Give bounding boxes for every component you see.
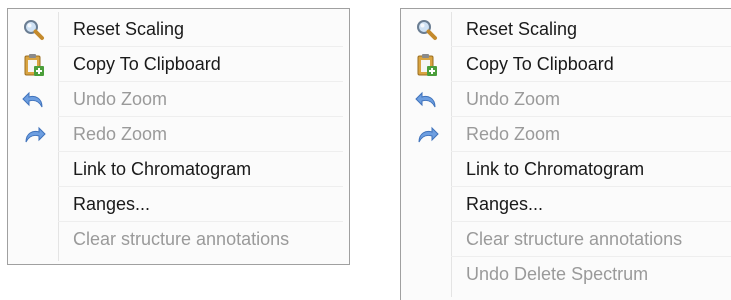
menu-item-label: Redo Zoom bbox=[466, 124, 561, 144]
menu-item-undo-zoom[interactable]: Undo Zoom bbox=[10, 82, 347, 117]
menu-item-link-to-chromatogram[interactable]: Link to Chromatogram bbox=[403, 152, 731, 187]
menu-item-clear-structure-annotations[interactable]: Clear structure annotations bbox=[10, 222, 347, 257]
menu-item-label: Reset Scaling bbox=[466, 19, 578, 39]
menu-item-label: Clear structure annotations bbox=[73, 229, 290, 249]
menu-item-clear-structure-annotations[interactable]: Clear structure annotations bbox=[403, 222, 731, 257]
menu-item-undo-zoom[interactable]: Undo Zoom bbox=[403, 82, 731, 117]
menu-item-label: Reset Scaling bbox=[73, 19, 185, 39]
magnifier-icon bbox=[21, 17, 47, 43]
context-menu-right: Reset Scaling Copy To Clipboard Undo Zoo… bbox=[400, 8, 731, 300]
clipboard-icon bbox=[414, 52, 440, 78]
menu-item-label: Copy To Clipboard bbox=[466, 54, 614, 74]
redo-icon bbox=[21, 122, 47, 148]
menu-item-copy-to-clipboard[interactable]: Copy To Clipboard bbox=[10, 47, 347, 82]
menu-item-label: Undo Zoom bbox=[466, 89, 561, 109]
menu-item-label: Undo Delete Spectrum bbox=[466, 264, 649, 284]
menu-item-label: Redo Zoom bbox=[73, 124, 168, 144]
menu-item-label: Link to Chromatogram bbox=[466, 159, 645, 179]
menu-item-reset-scaling[interactable]: Reset Scaling bbox=[10, 12, 347, 47]
redo-icon bbox=[414, 122, 440, 148]
menu-item-redo-zoom[interactable]: Redo Zoom bbox=[403, 117, 731, 152]
undo-icon bbox=[414, 87, 440, 113]
menu-item-reset-scaling[interactable]: Reset Scaling bbox=[403, 12, 731, 47]
menu-item-undo-delete-spectrum[interactable]: Undo Delete Spectrum bbox=[403, 257, 731, 292]
menu-item-copy-to-clipboard[interactable]: Copy To Clipboard bbox=[403, 47, 731, 82]
menu-item-label: Clear structure annotations bbox=[466, 229, 683, 249]
menu-item-label: Ranges... bbox=[73, 194, 151, 214]
undo-icon bbox=[21, 87, 47, 113]
menu-item-redo-zoom[interactable]: Redo Zoom bbox=[10, 117, 347, 152]
menu-item-label: Ranges... bbox=[466, 194, 544, 214]
magnifier-icon bbox=[414, 17, 440, 43]
menu-item-link-to-chromatogram[interactable]: Link to Chromatogram bbox=[10, 152, 347, 187]
menu-item-ranges[interactable]: Ranges... bbox=[10, 187, 347, 222]
menu-item-ranges[interactable]: Ranges... bbox=[403, 187, 731, 222]
clipboard-icon bbox=[21, 52, 47, 78]
menu-item-label: Undo Zoom bbox=[73, 89, 168, 109]
context-menu-left: Reset Scaling Copy To Clipboard Undo Zoo… bbox=[7, 8, 350, 265]
menu-item-label: Link to Chromatogram bbox=[73, 159, 252, 179]
menu-item-label: Copy To Clipboard bbox=[73, 54, 221, 74]
